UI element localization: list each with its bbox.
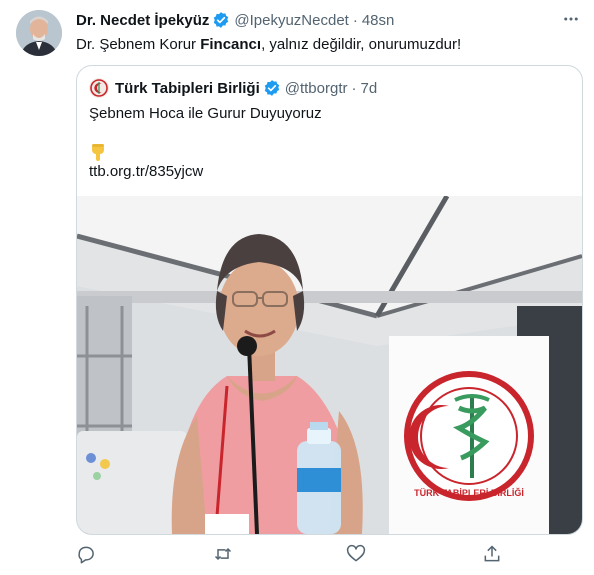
quoted-handle[interactable]: @ttborgtr bbox=[285, 80, 348, 97]
retweet-icon[interactable] bbox=[213, 544, 233, 564]
quoted-text: Şebnem Hoca ile Gurur Duyuyoruz bbox=[89, 105, 322, 122]
separator-dot: · bbox=[351, 79, 357, 97]
verified-badge-icon bbox=[264, 80, 279, 96]
tweet-header: Dr. Necdet İpekyüz @IpekyuzNecdet · 48sn bbox=[76, 11, 394, 29]
author-avatar-image bbox=[16, 10, 62, 56]
author-name[interactable]: Dr. Necdet İpekyüz bbox=[76, 12, 209, 29]
quoted-media-photo[interactable]: TÜRK TABİPLERİ BİRLİĞİ bbox=[77, 196, 582, 534]
quoted-tweet[interactable]: Türk Tabipleri Birliği @ttborgtr · 7d Şe… bbox=[76, 65, 583, 535]
tweet-text-part1: Dr. Şebnem Korur bbox=[76, 36, 201, 53]
quoted-link[interactable]: ttb.org.tr/835yjcw bbox=[89, 163, 203, 180]
pointing-down-hand-icon bbox=[92, 144, 104, 161]
share-icon[interactable] bbox=[482, 544, 502, 564]
quoted-avatar[interactable] bbox=[89, 78, 109, 98]
action-bar bbox=[76, 540, 506, 568]
reply-icon[interactable] bbox=[76, 544, 96, 564]
author-handle[interactable]: @IpekyuzNecdet bbox=[234, 12, 348, 29]
tweet-card[interactable]: Dr. Necdet İpekyüz @IpekyuzNecdet · 48sn… bbox=[0, 0, 594, 575]
author-avatar[interactable] bbox=[16, 10, 62, 56]
ellipsis-icon bbox=[564, 17, 578, 21]
separator-dot: · bbox=[352, 11, 358, 29]
quoted-header: Türk Tabipleri Birliği @ttborgtr · 7d bbox=[89, 78, 377, 98]
more-options-button[interactable] bbox=[562, 10, 580, 33]
tweet-text: Dr. Şebnem Korur Fincancı, yalnız değild… bbox=[76, 35, 461, 55]
like-icon[interactable] bbox=[346, 544, 366, 564]
tweet-time[interactable]: 48sn bbox=[362, 12, 395, 29]
banner-text: TÜRK TABİPLERİ BİRLİĞİ bbox=[414, 487, 524, 498]
quoted-author-name[interactable]: Türk Tabipleri Birliği bbox=[115, 80, 260, 97]
quoted-time[interactable]: 7d bbox=[361, 80, 378, 97]
verified-badge-icon bbox=[214, 12, 229, 28]
tweet-text-bold: Fincancı bbox=[200, 36, 262, 53]
tweet-text-part2: , yalnız değildir, onurumuzdur! bbox=[261, 36, 462, 53]
